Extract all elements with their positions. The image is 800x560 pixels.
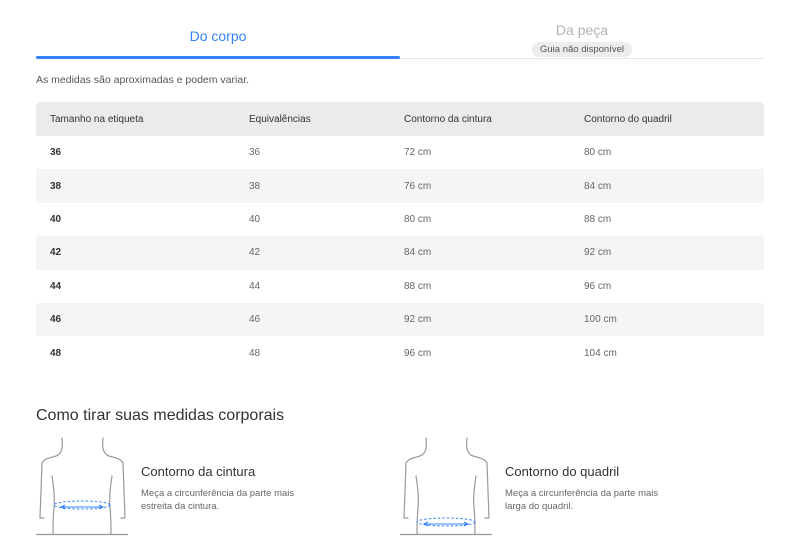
- tabs-bar: Do corpo Da peça Guia não disponível: [36, 0, 764, 59]
- table-row: 36 36 72 cm 80 cm: [36, 136, 764, 169]
- cell-size: 38: [50, 180, 62, 192]
- cell-hip: 80 cm: [584, 147, 612, 159]
- size-table: Tamanho na etiqueta Equivalências Contor…: [36, 102, 764, 370]
- cell-equivalence: 48: [249, 347, 261, 359]
- cell-hip: 92 cm: [584, 247, 612, 259]
- hip-measure-card: Contorno do quadril Meça a circunferênci…: [400, 436, 700, 536]
- cell-hip: 88 cm: [584, 213, 612, 225]
- table-row: 44 44 88 cm 96 cm: [36, 270, 764, 303]
- cell-hip: 96 cm: [584, 280, 612, 292]
- active-tab-underline: [36, 56, 400, 59]
- waist-measure-desc: Meça a circunferência da parte mais estr…: [141, 488, 295, 512]
- cell-waist: 88 cm: [404, 280, 432, 292]
- header-quadril: Contorno do quadril: [584, 113, 672, 125]
- cell-size: 48: [50, 347, 62, 359]
- cell-waist: 72 cm: [404, 147, 432, 159]
- table-row: 42 42 84 cm 92 cm: [36, 236, 764, 270]
- cell-size: 42: [50, 247, 62, 259]
- header-equivalencias: Equivalências: [249, 113, 311, 125]
- unavailable-badge: Guia não disponível: [532, 42, 632, 57]
- cell-waist: 80 cm: [404, 213, 432, 225]
- cell-equivalence: 44: [249, 280, 261, 292]
- cell-waist: 96 cm: [404, 347, 432, 359]
- header-tamanho: Tamanho na etiqueta: [50, 113, 144, 125]
- cell-size: 40: [50, 213, 62, 225]
- measurement-note: As medidas são aproximadas e podem varia…: [36, 74, 250, 86]
- cell-size: 44: [50, 280, 62, 292]
- waist-measure-title: Contorno da cintura: [141, 464, 256, 479]
- tab-da-peca-label: Da peça: [555, 22, 609, 38]
- table-header: Tamanho na etiqueta Equivalências Contor…: [36, 102, 764, 136]
- cell-equivalence: 40: [249, 213, 261, 225]
- waist-measure-card: Contorno da cintura Meça a circunferênci…: [36, 436, 336, 536]
- tab-da-peca: Da peça Guia não disponível: [400, 0, 764, 58]
- cell-size: 36: [50, 147, 62, 159]
- cell-equivalence: 38: [249, 180, 261, 192]
- cell-equivalence: 42: [249, 247, 261, 259]
- cell-waist: 92 cm: [404, 314, 432, 326]
- cell-hip: 84 cm: [584, 180, 612, 192]
- tab-do-corpo[interactable]: Do corpo: [36, 0, 400, 59]
- cell-hip: 104 cm: [584, 347, 617, 359]
- hip-measure-title: Contorno do quadril: [505, 464, 620, 479]
- hip-measure-icon: [400, 437, 492, 536]
- hip-measure-desc: Meça a circunferência da parte mais larg…: [505, 488, 659, 512]
- cell-equivalence: 36: [249, 147, 261, 159]
- header-cintura: Contorno da cintura: [404, 113, 492, 125]
- table-row: 40 40 80 cm 88 cm: [36, 203, 764, 236]
- cell-waist: 84 cm: [404, 247, 432, 259]
- waist-measure-icon: [36, 437, 128, 536]
- howto-title: Como tirar suas medidas corporais: [36, 407, 285, 424]
- cell-waist: 76 cm: [404, 180, 432, 192]
- cell-size: 46: [50, 314, 62, 326]
- cell-hip: 100 cm: [584, 314, 617, 326]
- table-row: 46 46 92 cm 100 cm: [36, 302, 764, 337]
- table-row: 38 38 76 cm 84 cm: [36, 169, 764, 203]
- table-row: 48 48 96 cm 104 cm: [36, 336, 764, 369]
- tab-do-corpo-label: Do corpo: [189, 28, 247, 44]
- cell-equivalence: 46: [249, 314, 261, 326]
